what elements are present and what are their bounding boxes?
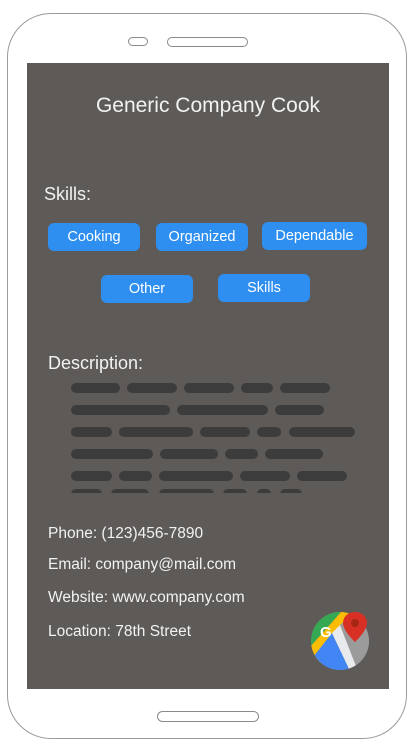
description-label: Description:: [48, 353, 144, 373]
google-maps-icon[interactable]: G: [310, 611, 370, 671]
description-text-placeholder: [71, 381, 361, 493]
placeholder-text-line: [71, 449, 361, 459]
placeholder-text-line: [71, 383, 361, 393]
skill-chip-skills[interactable]: Skills: [218, 274, 310, 302]
svg-text:G: G: [320, 624, 332, 641]
location-address: Location: 78th Street: [48, 623, 192, 640]
phone-number: Phone: (123)456-7890: [48, 525, 204, 542]
placeholder-text-line: [71, 405, 361, 415]
website-address: Website: www.company.com: [48, 589, 245, 606]
skill-chip-cooking[interactable]: Cooking: [48, 223, 140, 251]
skills-label: Skills:: [44, 184, 92, 204]
placeholder-text-line: [71, 489, 361, 493]
page-title: Generic Company Cook: [95, 94, 321, 117]
placeholder-text-line: [71, 471, 361, 481]
email-address: Email: company@mail.com: [48, 556, 237, 573]
home-button[interactable]: [157, 711, 259, 722]
camera-dot: [128, 37, 148, 46]
speaker-slot: [167, 37, 248, 47]
placeholder-text-line: [71, 427, 361, 437]
profile-screen: Generic Company Cook Skills: Cooking Org…: [27, 63, 389, 689]
skill-chip-organized[interactable]: Organized: [156, 223, 248, 251]
skill-chip-dependable[interactable]: Dependable: [262, 222, 367, 250]
skill-chip-other[interactable]: Other: [101, 275, 193, 303]
